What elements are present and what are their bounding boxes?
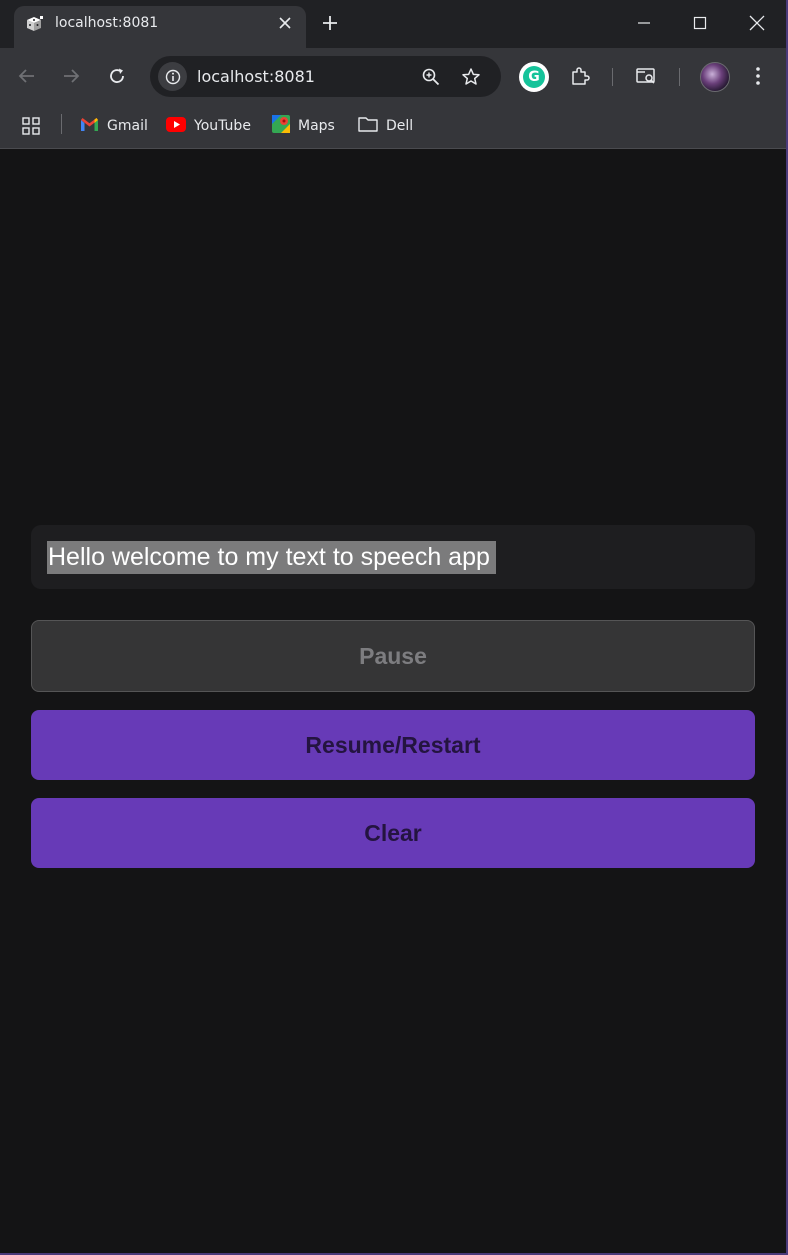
gmail-icon bbox=[80, 117, 99, 136]
bookmark-folder-dell[interactable]: Dell bbox=[358, 113, 413, 139]
extensions-puzzle-icon[interactable] bbox=[566, 62, 594, 90]
toolbar-divider bbox=[679, 68, 680, 86]
address-bar[interactable]: localhost:8081 bbox=[150, 56, 501, 97]
back-arrow-icon[interactable] bbox=[13, 62, 41, 90]
speech-text-input[interactable]: Hello welcome to my text to speech app bbox=[31, 525, 755, 589]
bookmark-label: Dell bbox=[386, 118, 414, 134]
maps-icon bbox=[272, 115, 290, 137]
tab-close-icon[interactable] bbox=[275, 13, 295, 33]
dice-favicon-icon bbox=[24, 14, 44, 34]
toolbar-divider bbox=[612, 68, 613, 86]
speech-text-value[interactable]: Hello welcome to my text to speech app bbox=[47, 541, 496, 574]
tab-title: localhost:8081 bbox=[55, 15, 159, 31]
bookmark-maps[interactable]: Maps bbox=[272, 113, 335, 139]
bookmark-label: Maps bbox=[298, 118, 335, 134]
url-text[interactable]: localhost:8081 bbox=[197, 67, 315, 87]
minimize-icon[interactable] bbox=[629, 8, 659, 38]
youtube-icon bbox=[166, 116, 186, 136]
clear-button[interactable]: Clear bbox=[31, 798, 755, 868]
close-window-icon[interactable] bbox=[742, 8, 772, 38]
page-content: Hello welcome to my text to speech app P… bbox=[0, 149, 786, 1253]
site-info-icon[interactable] bbox=[158, 62, 187, 91]
forward-arrow-icon[interactable] bbox=[57, 62, 85, 90]
bookmarks-bar: Gmail YouTube Maps Dell bbox=[0, 104, 786, 149]
reload-icon[interactable] bbox=[103, 62, 131, 90]
maximize-icon[interactable] bbox=[685, 8, 715, 38]
tab-search-icon[interactable] bbox=[632, 62, 660, 90]
bookmarks-divider bbox=[61, 114, 62, 134]
browser-window: localhost:8081 localhost:8081 G Gmail Yo… bbox=[0, 0, 788, 1255]
folder-icon bbox=[358, 116, 378, 136]
zoom-icon[interactable] bbox=[420, 66, 442, 88]
bookmark-label: Gmail bbox=[107, 118, 148, 134]
bookmark-star-icon[interactable] bbox=[460, 66, 482, 88]
tab-strip: localhost:8081 bbox=[0, 0, 786, 48]
browser-toolbar: localhost:8081 G bbox=[0, 48, 786, 104]
grammarly-extension-icon[interactable]: G bbox=[519, 62, 549, 92]
new-tab-icon[interactable] bbox=[319, 12, 341, 34]
bookmark-gmail[interactable]: Gmail bbox=[80, 113, 148, 139]
apps-grid-icon[interactable] bbox=[21, 113, 41, 139]
browser-tab[interactable]: localhost:8081 bbox=[14, 6, 306, 48]
bookmark-label: YouTube bbox=[194, 118, 251, 134]
kebab-menu-icon[interactable] bbox=[744, 62, 772, 90]
pause-button[interactable]: Pause bbox=[31, 620, 755, 692]
profile-avatar[interactable] bbox=[700, 62, 730, 92]
resume-restart-button[interactable]: Resume/Restart bbox=[31, 710, 755, 780]
bookmark-youtube[interactable]: YouTube bbox=[166, 113, 251, 139]
